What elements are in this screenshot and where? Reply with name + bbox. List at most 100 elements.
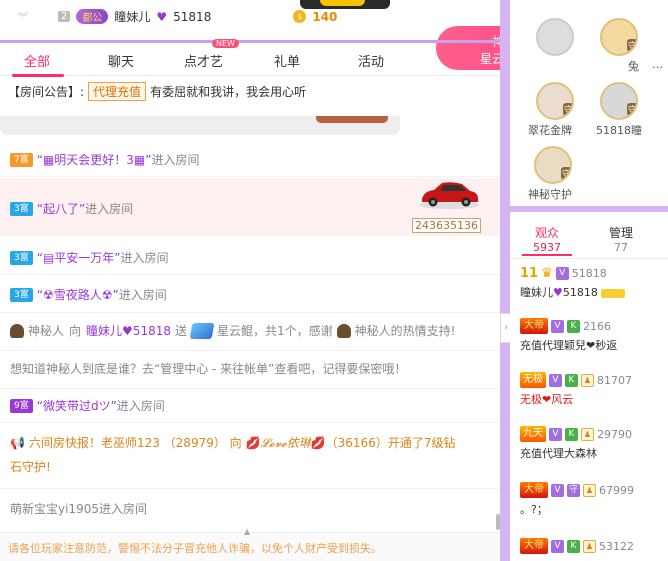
guard-avatar[interactable]	[536, 18, 574, 56]
chat-text: 进入房间	[85, 202, 134, 216]
chat-text: 进入房间	[116, 399, 165, 413]
top-user-strip: ︾ 2 都公 瞳妹儿 ♥ 51818 $ 140	[0, 0, 500, 36]
chat-username[interactable]: “▤平安一万年”	[37, 249, 121, 266]
audience-panel: 观众 5937 管理 77 11 ♛ V 51818 瞳妹儿♥51818 大帝 …	[510, 218, 668, 561]
gold-tag-icon	[601, 288, 626, 298]
rank-number: 2	[58, 11, 71, 22]
announcement-label: 【房间公告】:	[8, 85, 85, 99]
guard-avatar[interactable]: 守	[534, 146, 572, 184]
gift-send-word: 送	[175, 324, 188, 338]
gift-message: 神秘人 向 瞳妹儿 ♥ 51818 送 星云鲲，共1个，感谢 神秘人 的热情支持…	[0, 322, 500, 339]
guard-avatar[interactable]: 守	[600, 18, 638, 56]
audience-name: 充值代理大森林	[520, 447, 597, 460]
nebula-whale-gift-icon	[189, 322, 215, 339]
gift-text: 星云鲲，共1个，感谢	[217, 324, 333, 338]
k-badge: K	[565, 427, 578, 441]
chat-text: 进入房间	[120, 251, 169, 265]
guard-avatar[interactable]: 守	[536, 82, 574, 120]
guild-badge: 都公	[76, 9, 109, 24]
chat-message: 9富 “微笑带过dツ” 进入房间	[0, 397, 500, 414]
top-user-id: 51818	[173, 9, 212, 24]
fraud-warning: 请各位玩家注意防范，警惕不法分子冒充他人诈骗，以免个人财产受到损失。	[8, 542, 382, 555]
k-badge: K	[567, 539, 580, 553]
audience-row[interactable]: 大帝 V 守 ♟ 67999 。?；	[520, 482, 634, 517]
audience-row[interactable]: 九天 V K ♟ 29790 充值代理大森林	[520, 426, 632, 461]
guard-badge: 守	[562, 103, 572, 116]
k-badge: K	[565, 373, 578, 387]
emperor-badge: 大帝	[520, 482, 548, 498]
chat-username[interactable]: “☢雪夜路人☢”	[37, 286, 119, 303]
wealth-badge: 3富	[10, 201, 33, 216]
tab-events[interactable]: 活动	[358, 51, 384, 70]
audience-id: 67999	[599, 483, 634, 497]
audience-name-id: 51818	[562, 286, 598, 299]
broadcast-text-2: （36166）开通了7级钻	[325, 436, 456, 450]
vip-badge: V	[551, 319, 564, 333]
tab-manage[interactable]: 管理 77	[596, 224, 646, 254]
wealth-badge: 3富	[10, 250, 33, 265]
coin-icon: $	[293, 10, 307, 23]
top-user-row[interactable]: ︾ 2 都公 瞳妹儿 ♥ 51818 $ 140	[18, 8, 337, 25]
chevron-down-icon[interactable]: ︾	[18, 9, 52, 24]
audience-row[interactable]: 无极 V K ♟ 81707 无极❤风云	[520, 372, 632, 407]
tab-all[interactable]: 全部	[24, 51, 50, 70]
lips-icon: 💋	[310, 435, 326, 450]
audience-row[interactable]: 大帝 V K 2166 充值代理颖兒❤秒返	[520, 318, 617, 353]
emperor-badge: 大帝	[520, 538, 548, 554]
wealth-badge: 3富	[10, 287, 33, 302]
chat-message: 萌新宝宝yi1905进入房间	[0, 500, 500, 517]
guard-badge: 守	[560, 167, 570, 180]
top-gold-bar	[320, 0, 365, 6]
room-announcement: 【房间公告】: 代理充值 有委屈就和我讲，我会用心听	[8, 82, 306, 101]
audience-row[interactable]: 大帝 V K ♟ 53122	[520, 538, 634, 554]
gift-receiver[interactable]: 瞳妹儿	[86, 322, 122, 339]
tab-active-underline	[12, 74, 64, 77]
person-badge: ♟	[581, 373, 594, 387]
tab-chat[interactable]: 聊天	[108, 51, 134, 70]
vip-badge: V	[551, 539, 564, 553]
gift-to-word: 向	[69, 324, 82, 338]
guard-badge: 守	[626, 103, 636, 116]
audience-row[interactable]: 11 ♛ V 51818 瞳妹儿♥51818	[520, 266, 626, 300]
chat-username[interactable]: “▦明天会更好！3▦”	[37, 151, 152, 168]
person-badge: ♟	[583, 539, 596, 553]
top-username[interactable]: 瞳妹儿	[114, 8, 150, 25]
tab-active-underline	[522, 254, 572, 256]
mystery-avatar-icon	[10, 323, 24, 338]
guard-avatar[interactable]: 守	[600, 82, 638, 120]
lips-icon: 💋	[245, 435, 261, 450]
crown-level-badge: 11	[520, 266, 539, 281]
title-badge: 无极	[520, 372, 546, 388]
guard-label: 翠花金牌	[528, 124, 572, 137]
chat-message: 3富 “▤平安一万年” 进入房间	[0, 249, 500, 266]
person-badge: ♟	[581, 427, 594, 441]
proxy-recharge-tag[interactable]: 代理充值	[88, 82, 147, 101]
heart-icon: ♥	[122, 323, 133, 338]
chat-username[interactable]: “微笑带过dツ”	[37, 397, 117, 414]
tab-audience[interactable]: 观众 5937	[522, 224, 572, 254]
manage-count: 77	[614, 241, 628, 254]
audience-id: 2166	[583, 319, 611, 333]
audience-count: 5937	[533, 241, 561, 254]
speaker-icon: 📢	[10, 435, 25, 450]
announcement-text: 有委屈就和我讲，我会用心听	[150, 85, 307, 99]
person-badge: ♟	[583, 483, 596, 497]
gift-sender[interactable]: 神秘人	[355, 322, 391, 339]
audience-name: 无极❤风云	[520, 393, 574, 406]
audience-id: 53122	[599, 539, 634, 553]
broadcast-target[interactable]: 𝓛𝓸𝓿𝓮依琳	[261, 434, 311, 451]
guard-panel: 守 兔 … 守 翠花金牌 守 51818瞳 守 神秘守护	[510, 0, 668, 212]
tab-gift-list[interactable]: 礼单	[274, 51, 300, 70]
guard-badge: 守	[567, 483, 580, 497]
chat-username[interactable]: “起八了”	[37, 200, 85, 217]
wealth-badge: 7富	[10, 152, 33, 167]
gift-sender[interactable]: 神秘人	[28, 322, 64, 339]
wealth-badge: 9富	[10, 398, 33, 413]
scroll-up-icon[interactable]: ▲	[244, 527, 250, 536]
gift-thanks: 的热情支持!	[390, 324, 456, 338]
guard-label: 兔	[628, 60, 639, 73]
guard-label-more: …	[652, 58, 663, 71]
tab-manage-label: 管理	[608, 226, 633, 240]
tab-request[interactable]: 点才艺	[184, 51, 223, 70]
chat-tabs: 全部 聊天 点才艺 NEW 礼单 活动	[0, 39, 500, 77]
